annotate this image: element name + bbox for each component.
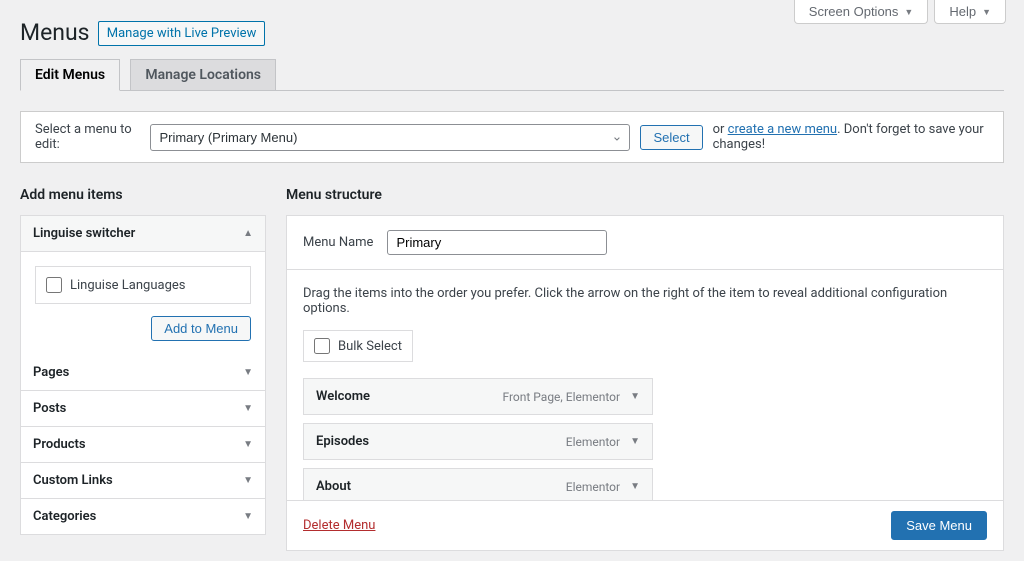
linguise-languages-label: Linguise Languages — [70, 278, 186, 293]
menu-item-title: Episodes — [316, 434, 369, 449]
caret-down-icon: ▼ — [904, 7, 913, 17]
caret-up-icon: ▲ — [243, 228, 253, 239]
nav-tab-wrapper: Edit Menus Manage Locations — [20, 50, 1004, 91]
linguise-languages-row[interactable]: Linguise Languages — [35, 266, 251, 304]
menu-footer: Delete Menu Save Menu — [287, 500, 1003, 550]
save-menu-button[interactable]: Save Menu — [891, 511, 987, 540]
or-text: or create a new menu. Don't forget to sa… — [713, 122, 989, 152]
menu-name-input[interactable] — [387, 230, 607, 255]
accordion-header-custom-links[interactable]: Custom Links ▼ — [21, 463, 265, 499]
page-title: Menus — [20, 10, 90, 50]
menu-body: Drag the items into the order you prefer… — [287, 270, 1003, 500]
menu-item[interactable]: Welcome Front Page, Elementor ▼ — [303, 378, 653, 415]
add-to-menu-button[interactable]: Add to Menu — [151, 316, 251, 341]
menu-item-type: Elementor — [566, 480, 620, 494]
manage-menus-bar: Select a menu to edit: Primary (Primary … — [20, 111, 1004, 163]
caret-down-icon: ▼ — [243, 403, 253, 414]
menu-item[interactable]: About Elementor ▼ — [303, 468, 653, 500]
menu-structure-heading: Menu structure — [286, 187, 1004, 203]
caret-down-icon: ▼ — [982, 7, 991, 17]
instructions-text: Drag the items into the order you prefer… — [303, 286, 987, 316]
tab-manage-locations[interactable]: Manage Locations — [130, 59, 276, 90]
select-button[interactable]: Select — [640, 125, 702, 150]
manage-live-preview-button[interactable]: Manage with Live Preview — [98, 21, 266, 46]
caret-down-icon: ▼ — [243, 367, 253, 378]
caret-down-icon: ▼ — [630, 391, 640, 402]
accordion: Linguise switcher ▲ Linguise Languages A… — [20, 215, 266, 535]
bulk-select-row[interactable]: Bulk Select — [303, 330, 413, 362]
accordion-title: Posts — [33, 401, 66, 416]
help-button[interactable]: Help ▼ — [934, 0, 1006, 24]
caret-down-icon: ▼ — [243, 511, 253, 522]
accordion-body-linguise: Linguise Languages Add to Menu — [21, 252, 265, 355]
help-label: Help — [949, 4, 976, 19]
menu-item-type: Elementor — [566, 435, 620, 449]
caret-down-icon: ▼ — [630, 481, 640, 492]
accordion-title: Linguise switcher — [33, 226, 135, 241]
accordion-header-posts[interactable]: Posts ▼ — [21, 391, 265, 427]
menu-item-title: Welcome — [316, 389, 370, 404]
bulk-select-checkbox[interactable] — [314, 338, 330, 354]
create-new-menu-link[interactable]: create a new menu — [728, 122, 837, 137]
accordion-title: Products — [33, 437, 86, 452]
caret-down-icon: ▼ — [630, 436, 640, 447]
accordion-header-pages[interactable]: Pages ▼ — [21, 355, 265, 391]
menu-edit-panel: Menu Name Drag the items into the order … — [286, 215, 1004, 551]
caret-down-icon: ▼ — [243, 475, 253, 486]
bulk-select-label: Bulk Select — [338, 339, 402, 354]
screen-options-button[interactable]: Screen Options ▼ — [794, 0, 929, 24]
accordion-title: Categories — [33, 509, 96, 524]
accordion-header-categories[interactable]: Categories ▼ — [21, 499, 265, 534]
menu-header: Menu Name — [287, 216, 1003, 270]
menu-select[interactable]: Primary (Primary Menu) — [150, 124, 630, 151]
menu-item[interactable]: Episodes Elementor ▼ — [303, 423, 653, 460]
tab-edit-menus[interactable]: Edit Menus — [20, 59, 120, 91]
menu-item-title: About — [316, 479, 351, 494]
add-menu-items-heading: Add menu items — [20, 187, 266, 203]
select-menu-label: Select a menu to edit: — [35, 122, 140, 152]
accordion-title: Custom Links — [33, 473, 113, 488]
accordion-header-products[interactable]: Products ▼ — [21, 427, 265, 463]
linguise-languages-checkbox[interactable] — [46, 277, 62, 293]
menu-item-type: Front Page, Elementor — [502, 390, 620, 404]
screen-options-label: Screen Options — [809, 4, 899, 19]
delete-menu-link[interactable]: Delete Menu — [303, 518, 375, 533]
accordion-header-linguise[interactable]: Linguise switcher ▲ — [21, 216, 265, 252]
caret-down-icon: ▼ — [243, 439, 253, 450]
menu-name-label: Menu Name — [303, 235, 373, 250]
accordion-title: Pages — [33, 365, 69, 380]
